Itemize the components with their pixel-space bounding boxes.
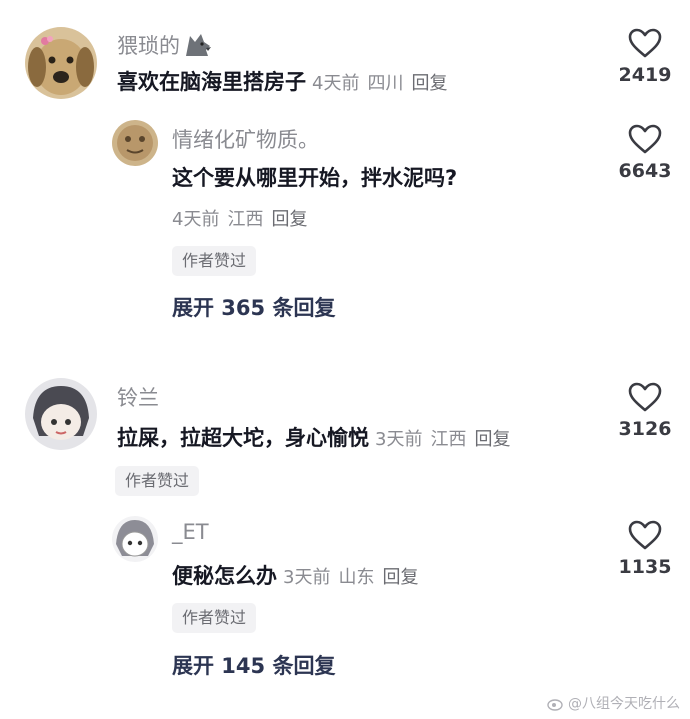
username[interactable]: _ET	[172, 520, 209, 544]
like-button[interactable]: 6643	[600, 124, 690, 182]
like-count: 6643	[618, 160, 672, 182]
reply-button[interactable]: 回复	[474, 429, 510, 450]
username[interactable]: 铃兰	[117, 382, 159, 412]
reply-text[interactable]: 便秘怎么办 3天前 山东 回复	[172, 560, 426, 590]
heart-outline-icon	[628, 382, 662, 412]
heart-outline-icon	[628, 28, 662, 58]
like-button[interactable]: 3126	[600, 382, 690, 440]
comment-time: 3天前	[375, 429, 423, 450]
reply-button[interactable]: 回复	[271, 209, 307, 230]
avatar[interactable]	[112, 516, 158, 562]
reply-meta: 4天前 江西 回复	[172, 205, 315, 231]
expand-replies-button[interactable]: 展开 365 条回复	[172, 292, 335, 322]
author-liked-badge: 作者赞过	[172, 246, 257, 276]
avatar[interactable]	[112, 120, 158, 166]
comment-location: 四川	[367, 73, 404, 94]
weibo-logo-icon	[547, 699, 563, 711]
like-count: 3126	[618, 418, 672, 440]
username[interactable]: 猥琐的	[117, 30, 212, 63]
comment-text[interactable]: 拉屎，拉超大坨，身心愉悦 3天前 江西 回复	[117, 422, 518, 452]
watermark: @八组今天吃什么	[547, 693, 680, 713]
heart-outline-icon	[628, 520, 662, 550]
comment-time: 4天前	[312, 73, 360, 94]
heart-outline-icon	[628, 124, 662, 154]
reply-button[interactable]: 回复	[382, 567, 418, 588]
author-liked-badge: 作者赞过	[172, 603, 257, 633]
expand-replies-button[interactable]: 展开 145 条回复	[172, 650, 335, 680]
like-button[interactable]: 1135	[600, 520, 690, 578]
author-liked-badge: 作者赞过	[115, 466, 200, 496]
reply-text[interactable]: 这个要从哪里开始，拌水泥吗?	[172, 162, 457, 192]
comment-location: 江西	[430, 429, 467, 450]
avatar[interactable]	[25, 378, 97, 450]
wolf-emoji-icon	[184, 32, 212, 63]
comment-location: 山东	[338, 567, 375, 588]
avatar[interactable]	[25, 27, 97, 99]
comment-time: 3天前	[283, 567, 331, 588]
comment-time: 4天前	[172, 209, 220, 230]
comment-location: 江西	[227, 209, 264, 230]
like-count: 2419	[618, 64, 672, 86]
like-count: 1135	[618, 556, 672, 578]
like-button[interactable]: 2419	[600, 28, 690, 86]
username[interactable]: 情绪化矿物质。	[172, 124, 319, 154]
reply-button[interactable]: 回复	[411, 73, 447, 94]
comment-text[interactable]: 喜欢在脑海里搭房子 4天前 四川 回复	[117, 66, 455, 96]
